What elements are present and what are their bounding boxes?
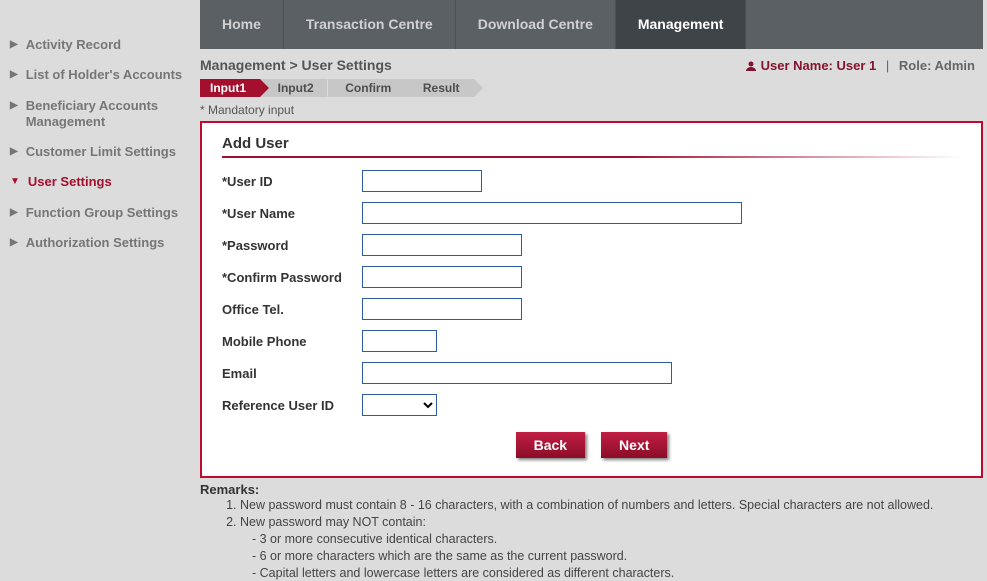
remarks-item-1: New password must contain 8 - 16 charact…: [240, 497, 983, 514]
mandatory-note: * Mandatory input: [200, 101, 983, 121]
sidebar-item-label: Customer Limit Settings: [26, 144, 176, 160]
main: Home Transaction Centre Download Centre …: [200, 0, 987, 564]
label-user-name: *User Name: [222, 206, 362, 221]
remarks-title: Remarks:: [200, 482, 983, 497]
role-value: Admin: [935, 58, 975, 73]
user-id-input[interactable]: [362, 170, 482, 192]
row-user-id: *User ID: [222, 170, 961, 192]
card-title: Add User: [222, 135, 961, 158]
row-password: *Password: [222, 234, 961, 256]
remarks: Remarks: New password must contain 8 - 1…: [200, 478, 983, 581]
reference-user-id-select[interactable]: [362, 394, 437, 416]
remarks-item-2-text: New password may NOT contain:: [240, 515, 426, 529]
tab-download-centre[interactable]: Download Centre: [456, 0, 616, 49]
sidebar-item-label: Authorization Settings: [26, 235, 165, 251]
remarks-sub-2: - 6 or more characters which are the sam…: [240, 548, 983, 565]
row-user-name: *User Name: [222, 202, 961, 224]
sidebar-item-customer-limit[interactable]: ▶ Customer Limit Settings: [10, 137, 200, 167]
chevron-right-icon: ▶: [10, 146, 18, 159]
user-name-input[interactable]: [362, 202, 742, 224]
breadcrumb-parent: Management: [200, 57, 286, 73]
chevron-down-icon: ▼: [10, 176, 20, 189]
sidebar-item-function-group[interactable]: ▶ Function Group Settings: [10, 198, 200, 228]
label-reference-user-id: Reference User ID: [222, 398, 362, 413]
sidebar: ▶ Activity Record ▶ List of Holder's Acc…: [0, 0, 200, 564]
sidebar-item-user-settings[interactable]: ▼ User Settings: [10, 167, 200, 197]
row-office-tel: Office Tel.: [222, 298, 961, 320]
breadcrumb-sep: >: [286, 57, 302, 73]
add-user-card: Add User *User ID *User Name *Password *…: [200, 121, 983, 478]
password-input[interactable]: [362, 234, 522, 256]
button-row: Back Next: [222, 426, 961, 458]
username-label: User Name:: [761, 58, 833, 73]
sidebar-item-activity-record[interactable]: ▶ Activity Record: [10, 30, 200, 60]
chevron-right-icon: ▶: [10, 69, 18, 82]
userbox-sep: |: [886, 58, 889, 73]
username-value: User 1: [837, 58, 877, 73]
sidebar-item-holders-accounts[interactable]: ▶ List of Holder's Accounts: [10, 60, 200, 90]
label-confirm-password: *Confirm Password: [222, 270, 362, 285]
label-email: Email: [222, 366, 362, 381]
remarks-sub-1: - 3 or more consecutive identical charac…: [240, 531, 983, 548]
tab-transaction-centre[interactable]: Transaction Centre: [284, 0, 456, 49]
office-tel-input[interactable]: [362, 298, 522, 320]
step-confirm: Confirm: [327, 79, 405, 97]
label-office-tel: Office Tel.: [222, 302, 362, 317]
remarks-item-2: New password may NOT contain: - 3 or mor…: [240, 514, 983, 581]
row-email: Email: [222, 362, 961, 384]
tab-management[interactable]: Management: [616, 0, 747, 49]
chevron-right-icon: ▶: [10, 100, 18, 113]
sidebar-item-label: User Settings: [28, 174, 112, 190]
sidebar-item-label: List of Holder's Accounts: [26, 67, 182, 83]
sidebar-item-label: Activity Record: [26, 37, 121, 53]
tab-home[interactable]: Home: [200, 0, 284, 49]
step-result: Result: [405, 79, 474, 97]
sidebar-item-label: Beneficiary Accounts Management: [26, 98, 200, 131]
topnav: Home Transaction Centre Download Centre …: [200, 0, 983, 49]
mobile-phone-input[interactable]: [362, 330, 437, 352]
breadcrumb: Management > User Settings: [200, 57, 392, 73]
row-mobile-phone: Mobile Phone: [222, 330, 961, 352]
label-mobile-phone: Mobile Phone: [222, 334, 362, 349]
chevron-right-icon: ▶: [10, 207, 18, 220]
next-button[interactable]: Next: [601, 432, 667, 458]
label-password: *Password: [222, 238, 362, 253]
confirm-password-input[interactable]: [362, 266, 522, 288]
label-user-id: *User ID: [222, 174, 362, 189]
back-button[interactable]: Back: [516, 432, 585, 458]
sidebar-item-beneficiary-accounts[interactable]: ▶ Beneficiary Accounts Management: [10, 91, 200, 138]
step-input2: Input2: [260, 79, 328, 97]
sidebar-item-authorization-settings[interactable]: ▶ Authorization Settings: [10, 228, 200, 258]
breadcrumb-child: User Settings: [302, 57, 392, 73]
step-indicator: Input1 Input2 Confirm Result: [200, 77, 983, 101]
userbox: User Name: User 1 | Role: Admin: [745, 58, 975, 73]
tab-label: Transaction Centre: [306, 16, 433, 33]
chevron-right-icon: ▶: [10, 237, 18, 250]
remarks-sub-3: - Capital letters and lowercase letters …: [240, 565, 983, 581]
email-input[interactable]: [362, 362, 672, 384]
role-label: Role:: [899, 58, 932, 73]
user-icon: [745, 60, 757, 72]
tab-label: Download Centre: [478, 16, 593, 33]
step-input1: Input1: [200, 79, 260, 97]
header-line: Management > User Settings User Name: Us…: [200, 49, 983, 77]
row-confirm-password: *Confirm Password: [222, 266, 961, 288]
chevron-right-icon: ▶: [10, 39, 18, 52]
row-reference-user-id: Reference User ID: [222, 394, 961, 416]
sidebar-item-label: Function Group Settings: [26, 205, 178, 221]
